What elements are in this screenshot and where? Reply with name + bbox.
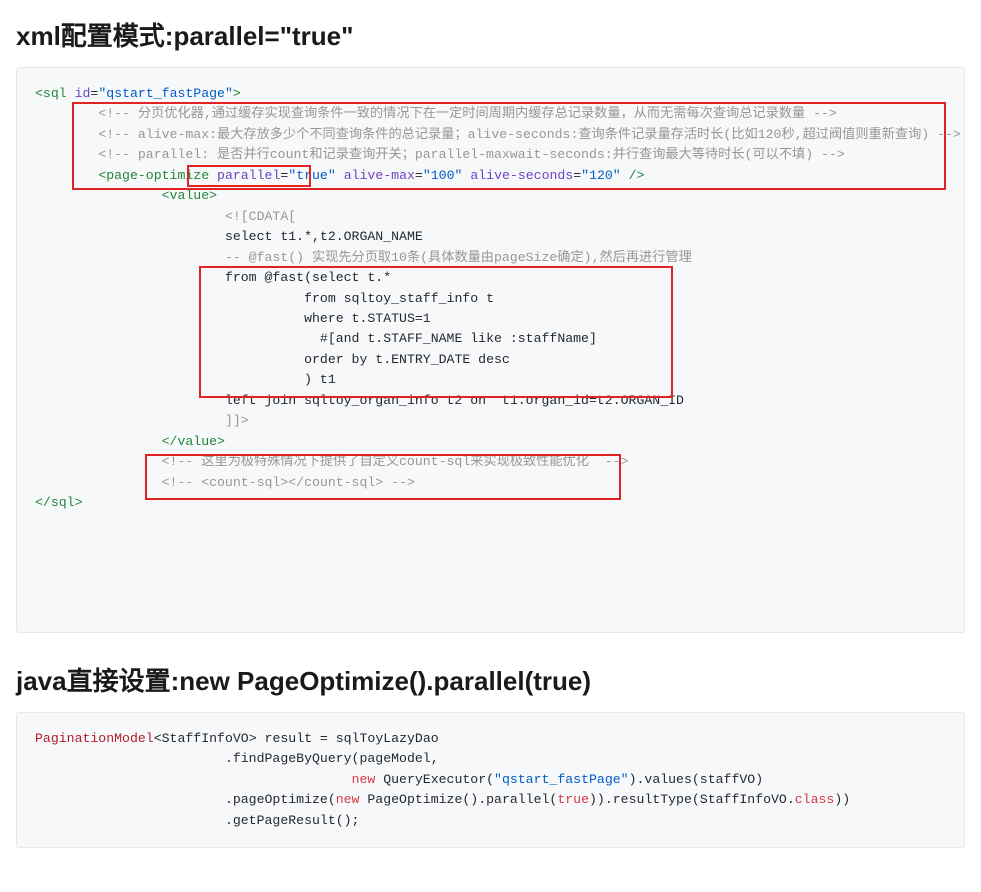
java-l2: .findPageByQuery(pageModel, [225,751,439,766]
comment-5: <!-- <count-sql></count-sql> --> [162,475,415,490]
tag-value-open: <value> [162,188,217,203]
type-qe: QueryExecutor [375,772,486,787]
xml-code-block: <sql id="qstart_fastPage"> <!-- 分页优化器,通过… [16,67,965,633]
sql-order: order by t.ENTRY_DATE desc [304,352,510,367]
attr-alivemax: alive-max [344,168,415,183]
sql-optional: #[and t.STAFF_NAME like :staffName] [320,331,597,346]
val-alivesec: "120" [581,168,621,183]
type-param: StaffInfoVO [162,731,249,746]
sql-where: where t.STATUS=1 [304,311,431,326]
comment-4: <!-- 这里为极特殊情况下提供了自定义count-sql来实现极致性能优化 -… [162,454,629,469]
txt-values: ).values(staffVO) [629,772,764,787]
txt-restype-a: )).resultType(StaffInfoVO. [589,792,795,807]
kw-class: class [795,792,835,807]
kw-new-1: new [352,772,376,787]
str-qname: "qstart_fastPage" [494,772,629,787]
attr-id: id [75,86,91,101]
heading-java-config: java直接设置:new PageOptimize().parallel(tru… [16,661,965,698]
val-id: "qstart_fastPage" [98,86,233,101]
heading-xml-config: xml配置模式:parallel="true" [16,16,965,53]
sql-fast-comment: -- @fast() 实现先分页取10条(具体数量由pageSize确定),然后… [225,250,692,265]
sql-select: select t1.*,t2.ORGAN_NAME [225,229,423,244]
sql-close: ) t1 [304,372,336,387]
txt-restype-b: )) [834,792,850,807]
tag-pageoptimize: <page-optimize [98,168,209,183]
tag-value-close: </value> [162,434,225,449]
comment-1: <!-- 分页优化器,通过缓存实现查询条件一致的情况下在一定时间周期内缓存总记录… [98,106,837,121]
java-code-block: PaginationModel<StaffInfoVO> result = sq… [16,712,965,848]
sql-from2: from sqltoy_staff_info t [304,291,494,306]
cdata-open: <![CDATA[ [225,209,296,224]
kw-true: true [557,792,589,807]
tag-selfclose: /> [629,168,645,183]
java-result: result = sqlToyLazyDao [257,731,439,746]
val-alivemax: "100" [423,168,463,183]
attr-alivesec: alive-seconds [470,168,573,183]
type-paginationmodel: PaginationModel [35,731,154,746]
sql-from: from @fast(select t.* [225,270,391,285]
java-l5: .getPageResult(); [225,813,360,828]
kw-new-2: new [336,792,360,807]
cdata-close: ]]> [225,413,249,428]
txt-parallel: ().parallel( [462,792,557,807]
comment-2: <!-- alive-max:最大存放多少个不同查询条件的总记录量；alive-… [98,127,961,142]
attr-parallel: parallel [217,168,280,183]
type-po: PageOptimize [359,792,462,807]
java-l4a: .pageOptimize( [225,792,336,807]
tag-sql-close: </sql> [35,495,83,510]
sql-join: left join sqltoy_organ_info t2 on t1.org… [225,393,684,408]
tag-close-gt: > [233,86,241,101]
comment-3: <!-- parallel: 是否并行count和记录查询开关；parallel… [98,147,844,162]
val-parallel: "true" [288,168,335,183]
tag-open: <sql [35,86,67,101]
